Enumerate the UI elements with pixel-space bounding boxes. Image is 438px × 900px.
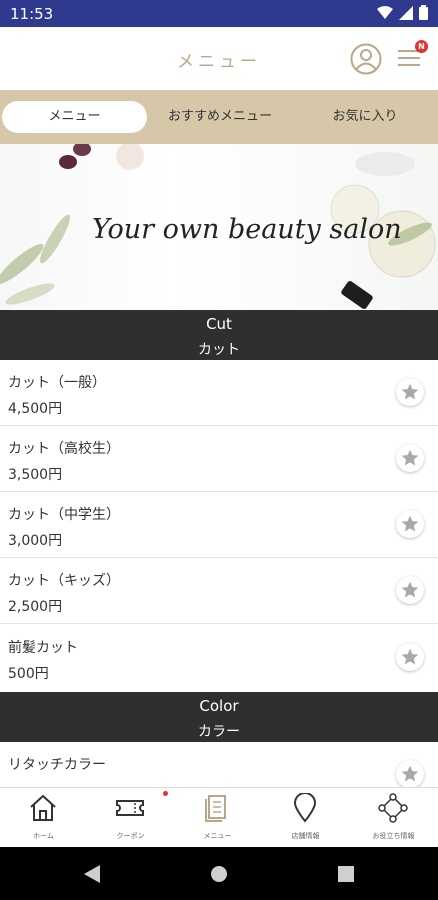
signal-icon xyxy=(399,5,413,20)
status-icons xyxy=(377,5,428,20)
home-circle-icon[interactable] xyxy=(210,865,228,883)
item-price: 2,500円 xyxy=(8,599,63,615)
star-icon xyxy=(401,383,419,400)
profile-button[interactable] xyxy=(350,43,382,75)
star-icon xyxy=(401,765,419,782)
tab-menu[interactable]: メニュー xyxy=(2,101,147,133)
item-price: 4,500円 xyxy=(8,401,63,417)
notification-badge: N xyxy=(415,40,428,53)
favorite-button[interactable] xyxy=(396,760,424,787)
favorite-button[interactable] xyxy=(396,576,424,604)
system-nav-bar xyxy=(0,847,438,900)
network-icon xyxy=(378,793,408,823)
favorite-button[interactable] xyxy=(396,444,424,472)
tab-recommended[interactable]: おすすめメニュー xyxy=(150,101,290,133)
nav-coupon[interactable]: クーポン xyxy=(87,788,174,848)
menu-item[interactable]: カット（高校生） 3,500円 xyxy=(0,426,438,492)
section-title-jp: カット xyxy=(198,342,240,358)
section-title-en: Color xyxy=(199,697,239,715)
nav-label: 店舗情報 xyxy=(291,832,320,840)
home-icon xyxy=(30,794,56,821)
location-pin-icon xyxy=(293,793,317,823)
menu-item[interactable]: リタッチカラー xyxy=(0,742,438,787)
nav-label: お役立ち情報 xyxy=(372,832,415,840)
user-icon xyxy=(350,43,382,75)
item-price: 500円 xyxy=(8,666,49,682)
back-icon[interactable] xyxy=(84,865,100,883)
item-name: カット（キッズ） xyxy=(8,573,120,589)
item-price: 3,000円 xyxy=(8,533,63,549)
battery-icon xyxy=(419,5,428,20)
item-name: カット（一般） xyxy=(8,375,106,391)
item-price: 3,500円 xyxy=(8,467,63,483)
section-title-jp: カラー xyxy=(198,724,240,740)
nav-useful-info[interactable]: お役立ち情報 xyxy=(350,788,437,848)
recents-icon[interactable] xyxy=(338,866,354,882)
favorite-button[interactable] xyxy=(396,510,424,538)
tab-bar: メニュー おすすめメニュー お気に入り xyxy=(0,90,438,144)
tab-favorites[interactable]: お気に入り xyxy=(295,101,435,133)
menu-item[interactable]: カット（一般） 4,500円 xyxy=(0,360,438,426)
app-header: メニュー N xyxy=(0,27,438,90)
star-icon xyxy=(401,648,419,665)
nav-home[interactable]: ホーム xyxy=(0,788,87,848)
section-header-color: Color カラー xyxy=(0,692,438,742)
star-icon xyxy=(401,449,419,466)
menu-item[interactable]: カット（キッズ） 2,500円 xyxy=(0,558,438,624)
banner-text: Your own beauty salon xyxy=(92,214,402,245)
status-bar: 11:53 xyxy=(0,0,438,27)
wifi-icon xyxy=(377,5,393,19)
coupon-notification-dot xyxy=(163,791,168,796)
favorite-button[interactable] xyxy=(396,643,424,671)
item-name: 前髪カット xyxy=(8,640,78,656)
nav-menu[interactable]: メニュー xyxy=(174,788,261,848)
menu-item[interactable]: カット（中学生） 3,000円 xyxy=(0,492,438,558)
menu-book-icon xyxy=(205,795,226,822)
section-title-en: Cut xyxy=(206,315,232,333)
menu-item[interactable]: 前髪カット 500円 xyxy=(0,625,438,692)
nav-label: ホーム xyxy=(33,832,54,840)
nav-store-info[interactable]: 店舗情報 xyxy=(262,788,349,848)
status-time: 11:53 xyxy=(10,5,54,23)
item-name: リタッチカラー xyxy=(8,757,106,773)
bottom-nav: ホーム クーポン メニュー 店舗情報 お役立ち情報 xyxy=(0,787,438,848)
item-name: カット（高校生） xyxy=(8,441,120,457)
favorite-button[interactable] xyxy=(396,378,424,406)
nav-label: メニュー xyxy=(203,832,232,840)
section-header-cut: Cut カット xyxy=(0,310,438,360)
item-name: カット（中学生） xyxy=(8,507,120,523)
ticket-icon xyxy=(116,800,144,816)
nav-label: クーポン xyxy=(116,832,145,840)
banner-image: Your own beauty salon xyxy=(0,144,438,310)
star-icon xyxy=(401,581,419,598)
star-icon xyxy=(401,515,419,532)
